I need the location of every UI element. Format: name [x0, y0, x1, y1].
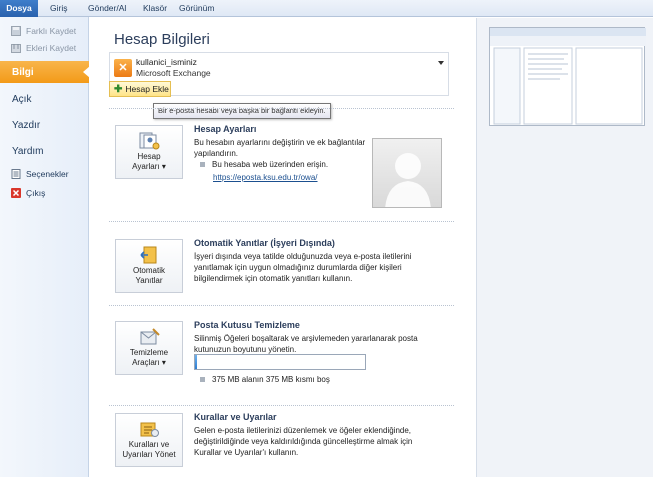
account-info-panel: Hesap Bilgileri ✕ kullanici_isminiz Micr… — [90, 18, 475, 477]
nav-exit[interactable]: Çıkış — [0, 185, 89, 201]
nav-options-label: Seçenekler — [26, 169, 69, 179]
section-divider — [109, 405, 454, 406]
attachment-save-icon — [11, 43, 21, 53]
rules-alerts-text-3: Kurallar ve Uyarılar'ı kullanın. — [194, 448, 299, 457]
mailbox-usage-text: 375 MB alanın 375 MB kısmı boş — [200, 375, 330, 384]
section-divider — [109, 305, 454, 306]
manage-rules-button-line2: Uyarıları Yönet — [122, 450, 176, 459]
rules-alerts-icon — [138, 420, 160, 438]
chevron-down-icon[interactable] — [438, 61, 444, 65]
tab-klasor[interactable]: Klasör — [135, 0, 175, 17]
add-account-button[interactable]: ✚ Hesap Ekle — [109, 81, 171, 97]
automatic-replies-button[interactable]: Otomatik Yanıtlar — [115, 239, 183, 293]
user-silhouette-icon — [385, 153, 431, 207]
tab-gorunum[interactable]: Görünüm — [171, 0, 222, 17]
cleanup-tools-button-line2: Araçları ▾ — [132, 358, 166, 367]
nav-save-attachments[interactable]: Ekleri Kaydet — [0, 40, 89, 56]
save-as-icon — [11, 26, 21, 36]
automatic-replies-icon — [138, 246, 160, 264]
tab-giris[interactable]: Giriş — [42, 0, 75, 17]
account-type: Microsoft Exchange — [136, 68, 211, 78]
exit-icon — [11, 188, 21, 198]
manage-rules-button[interactable]: Kuralları ve Uyarıları Yönet — [115, 413, 183, 467]
add-account-label: Hesap Ekle — [125, 84, 169, 94]
account-settings-button-line2: Ayarları ▾ — [132, 162, 166, 171]
manage-rules-button-line1: Kuralları ve — [128, 440, 170, 449]
exchange-account-icon: ✕ — [114, 59, 132, 77]
mailbox-cleanup-text-1: Silinmiş Öğeleri boşaltarak ve arşivleme… — [194, 334, 418, 343]
nav-info[interactable]: Bilgi — [0, 61, 90, 83]
page-title: Hesap Bilgileri — [114, 31, 210, 48]
nav-save-as[interactable]: Farklı Kaydet — [0, 23, 89, 39]
mailbox-usage-fill — [195, 355, 197, 369]
automatic-replies-title: Otomatik Yanıtlar (İşyeri Dışında) — [194, 238, 335, 248]
nav-save-attachments-label: Ekleri Kaydet — [26, 43, 77, 53]
nav-options[interactable]: Seçenekler — [0, 166, 89, 182]
web-access-bullet: Bu hesaba web üzerinden erişin. — [200, 160, 328, 169]
automatic-replies-button-line1: Otomatik — [132, 266, 165, 275]
automatic-replies-text-3: bilgilendirmek için otomatik yanıtları k… — [194, 274, 353, 283]
rules-alerts-title: Kurallar ve Uyarılar — [194, 412, 277, 422]
account-settings-text-2: yapılandırın. — [194, 149, 239, 158]
mailbox-usage-bar — [194, 354, 366, 370]
preview-pane — [476, 18, 653, 477]
automatic-replies-button-line2: Yanıtlar — [135, 276, 163, 285]
automatic-replies-text-2: yanıtlamak için uygun olmadığınız duruml… — [194, 263, 402, 272]
cleanup-tools-button[interactable]: Temizleme Araçları ▾ — [115, 321, 183, 375]
nav-save-as-label: Farklı Kaydet — [26, 26, 77, 36]
account-settings-button[interactable]: Hesap Ayarları ▾ — [115, 125, 183, 179]
add-account-tooltip: Bir e-posta hesabı veya başka bir bağlan… — [153, 103, 331, 119]
account-settings-icon — [138, 132, 160, 150]
owa-link[interactable]: https://eposta.ksu.edu.tr/owa/ — [213, 173, 318, 182]
rules-alerts-text-1: Gelen e-posta iletilerinizi düzenlemek v… — [194, 426, 412, 435]
account-settings-title: Hesap Ayarları — [194, 124, 257, 134]
tab-dosya[interactable]: Dosya — [0, 0, 38, 17]
automatic-replies-text-1: İşyeri dışında veya tatilde olduğunuzda … — [194, 252, 412, 261]
section-divider — [109, 221, 454, 222]
nav-open[interactable]: Açık — [0, 88, 89, 110]
nav-print[interactable]: Yazdır — [0, 114, 89, 136]
mailbox-cleanup-title: Posta Kutusu Temizleme — [194, 320, 300, 330]
account-settings-button-line1: Hesap — [137, 152, 161, 161]
window-preview-thumbnail — [489, 27, 646, 126]
section-divider — [109, 108, 454, 109]
account-name: kullanici_isminiz — [136, 57, 197, 67]
options-icon — [11, 169, 21, 179]
tab-gonder-al[interactable]: Gönder/Al — [80, 0, 134, 17]
ribbon-tab-bar: Dosya Giriş Gönder/Al Klasör Görünüm — [0, 0, 653, 17]
backstage-nav: Farklı Kaydet Ekleri Kaydet Bilgi Açık Y… — [0, 17, 90, 477]
nav-help[interactable]: Yardım — [0, 140, 89, 162]
nav-exit-label: Çıkış — [26, 188, 46, 198]
plus-icon: ✚ — [114, 83, 123, 95]
avatar[interactable] — [372, 138, 442, 208]
rules-alerts-text-2: değiştirildiğinde veya kaldırıldığında g… — [194, 437, 413, 446]
account-settings-text-1: Bu hesabın ayarlarını değiştirin ve ek b… — [194, 138, 366, 147]
cleanup-tools-button-line1: Temizleme — [129, 348, 169, 357]
cleanup-tools-icon — [138, 328, 160, 346]
